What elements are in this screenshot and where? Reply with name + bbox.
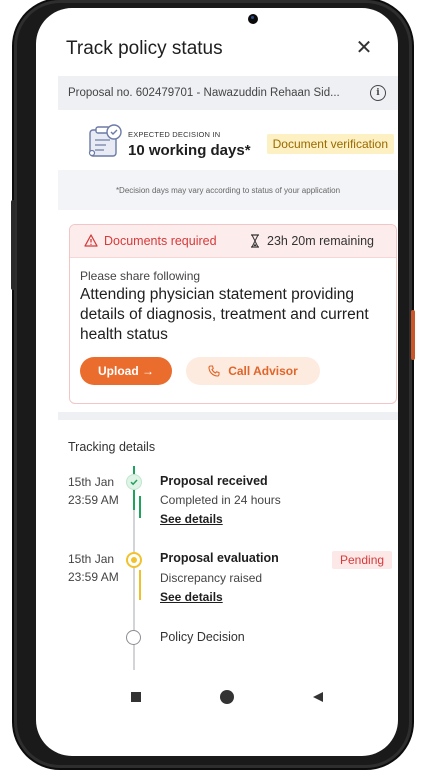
recents-button[interactable] — [131, 692, 141, 702]
info-icon[interactable]: i — [370, 85, 386, 101]
status-badge: Pending — [332, 551, 393, 569]
clipboard-check-icon — [88, 124, 122, 157]
proposal-text: Proposal no. 602479701 - Nawazuddin Reha… — [68, 87, 340, 99]
call-advisor-button[interactable]: Call Advisor — [186, 357, 320, 385]
documents-required-label: Documents required — [104, 234, 217, 248]
section-divider — [58, 412, 398, 420]
decision-value: 10 working days* — [128, 142, 251, 159]
close-icon[interactable]: ✕ — [352, 36, 376, 60]
step-name: Policy Decision — [160, 630, 245, 644]
see-details-link[interactable]: See details — [160, 512, 223, 526]
step-subtitle: Completed in 24 hours — [160, 493, 281, 507]
step-time: 23:59 AM — [68, 493, 119, 507]
upload-button-label: Upload → — [98, 364, 154, 378]
call-advisor-label: Call Advisor — [228, 364, 298, 378]
timeline-progress-pending — [139, 570, 141, 600]
volume-button — [11, 200, 15, 290]
pending-dot-icon — [126, 552, 142, 568]
step-date: 15th Jan — [68, 475, 115, 489]
step-name: Proposal received — [160, 474, 268, 488]
home-button[interactable] — [220, 690, 234, 704]
front-camera — [248, 14, 258, 24]
step-time: 23:59 AM — [68, 570, 119, 584]
header: Track policy status ✕ — [36, 26, 398, 72]
status-badge: Document verification — [266, 134, 394, 154]
decision-panel: EXPECTED DECISION IN 10 working days* Do… — [58, 110, 398, 170]
step-subtitle: Discrepancy raised — [160, 571, 263, 585]
decision-section: EXPECTED DECISION IN 10 working days* Do… — [58, 110, 398, 210]
proposal-bar[interactable]: Proposal no. 602479701 - Nawazuddin Reha… — [58, 76, 398, 110]
time-remaining: 23h 20m remaining — [267, 234, 375, 248]
upload-button[interactable]: Upload → — [80, 357, 172, 385]
step-date: 15th Jan — [68, 552, 115, 566]
share-label: Please share following — [80, 269, 201, 283]
app-screen: Track policy status ✕ Proposal no. 60247… — [36, 8, 398, 756]
phone-icon — [208, 365, 220, 377]
required-document-description: Attending physician statement providing … — [80, 286, 369, 343]
system-nav-bar — [36, 678, 398, 718]
hourglass-icon — [251, 234, 259, 248]
documents-required-card: Documents required 23h 20m remaining Ple… — [69, 224, 397, 404]
phone-frame: Track policy status ✕ Proposal no. 60247… — [11, 0, 415, 768]
see-details-link[interactable]: See details — [160, 590, 223, 604]
timeline-progress-complete — [139, 496, 141, 518]
timeline-line — [133, 510, 135, 670]
decision-note: *Decision days may vary according to sta… — [115, 186, 341, 195]
tracking-title: Tracking details — [68, 440, 156, 454]
warning-icon — [84, 234, 98, 247]
check-icon — [126, 474, 142, 490]
page-title: Track policy status — [66, 38, 223, 59]
empty-circle-icon — [126, 630, 141, 645]
documents-card-header: Documents required 23h 20m remaining — [70, 225, 396, 258]
back-button[interactable] — [312, 691, 324, 703]
power-button — [411, 310, 415, 360]
decision-label: EXPECTED DECISION IN — [128, 130, 221, 139]
step-name: Proposal evaluation — [160, 551, 279, 565]
